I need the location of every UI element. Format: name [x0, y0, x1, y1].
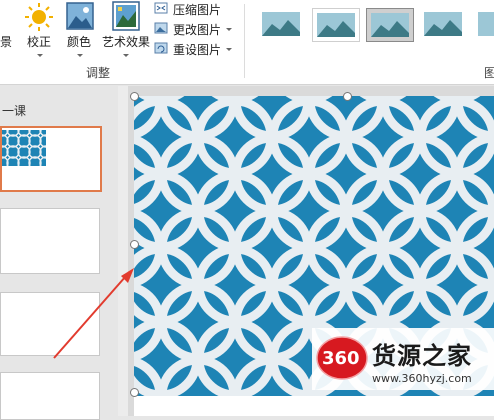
compress-label: 压缩图片 — [173, 3, 222, 17]
picture-styles-gallery — [250, 0, 494, 56]
resize-handle-top-left[interactable] — [130, 92, 139, 101]
chevron-down-icon — [226, 28, 232, 31]
resize-handle-top[interactable] — [343, 92, 352, 101]
color-label: 颜色 — [67, 35, 92, 49]
pane-scrollbar[interactable] — [118, 86, 128, 416]
chevron-down-icon — [123, 54, 129, 57]
picture-style-3[interactable] — [366, 8, 414, 42]
artistic-effects-label: 艺术效果 — [102, 35, 151, 49]
compress-pictures-button[interactable]: 压缩图片 — [154, 0, 244, 18]
chevron-down-icon — [226, 48, 232, 51]
reset-label: 重设图片 — [173, 43, 222, 57]
color-button[interactable]: 颜色 — [62, 0, 98, 62]
reset-picture-button[interactable]: 重设图片 — [154, 40, 244, 58]
corrections-button[interactable]: 校正 — [20, 0, 58, 62]
change-picture-button[interactable]: 更改图片 — [154, 20, 244, 38]
artistic-effects-button[interactable]: 艺术效果 — [102, 0, 150, 62]
adjust-group-label: 调整 — [86, 66, 111, 80]
picture-styles-partial-label: 图 — [484, 66, 494, 80]
chevron-down-icon — [77, 54, 83, 57]
reset-picture-icon — [154, 42, 168, 54]
slide-thumbnail[interactable] — [0, 372, 100, 420]
resize-handle-bottom-left[interactable] — [130, 388, 139, 397]
ribbon: 景 校正 颜色 艺术效果 压缩图片 更改图片 重设图片 调整 图 — [0, 0, 494, 85]
picture-style-2[interactable] — [312, 8, 360, 42]
picture-style-1[interactable] — [258, 8, 304, 40]
resize-handle-left[interactable] — [130, 240, 139, 249]
landscape-icon — [66, 2, 94, 30]
thumbnail-pattern — [2, 130, 46, 166]
picture-style-4[interactable] — [420, 8, 466, 40]
group-separator — [244, 4, 245, 78]
chevron-down-icon — [37, 54, 43, 57]
change-label: 更改图片 — [173, 23, 222, 37]
360-badge-text: 360 — [322, 348, 360, 369]
picture-style-5[interactable] — [474, 8, 494, 40]
sun-icon — [25, 3, 53, 31]
compress-icon — [154, 2, 168, 14]
slide-thumbnail[interactable] — [0, 292, 100, 356]
watermark: 360 货源之家 www.360hyzj.com — [312, 328, 494, 390]
slide-thumbnail[interactable] — [0, 208, 100, 274]
artistic-effects-icon — [112, 1, 140, 31]
corrections-label: 校正 — [27, 35, 52, 49]
section-title: 一课 — [2, 104, 27, 118]
site-url: www.360hyzj.com — [372, 372, 472, 385]
site-title: 货源之家 — [372, 342, 472, 370]
change-picture-icon — [154, 22, 168, 34]
ribbon-partial-label: 景 — [0, 35, 13, 49]
slide-thumbnail-selected[interactable] — [0, 126, 102, 192]
